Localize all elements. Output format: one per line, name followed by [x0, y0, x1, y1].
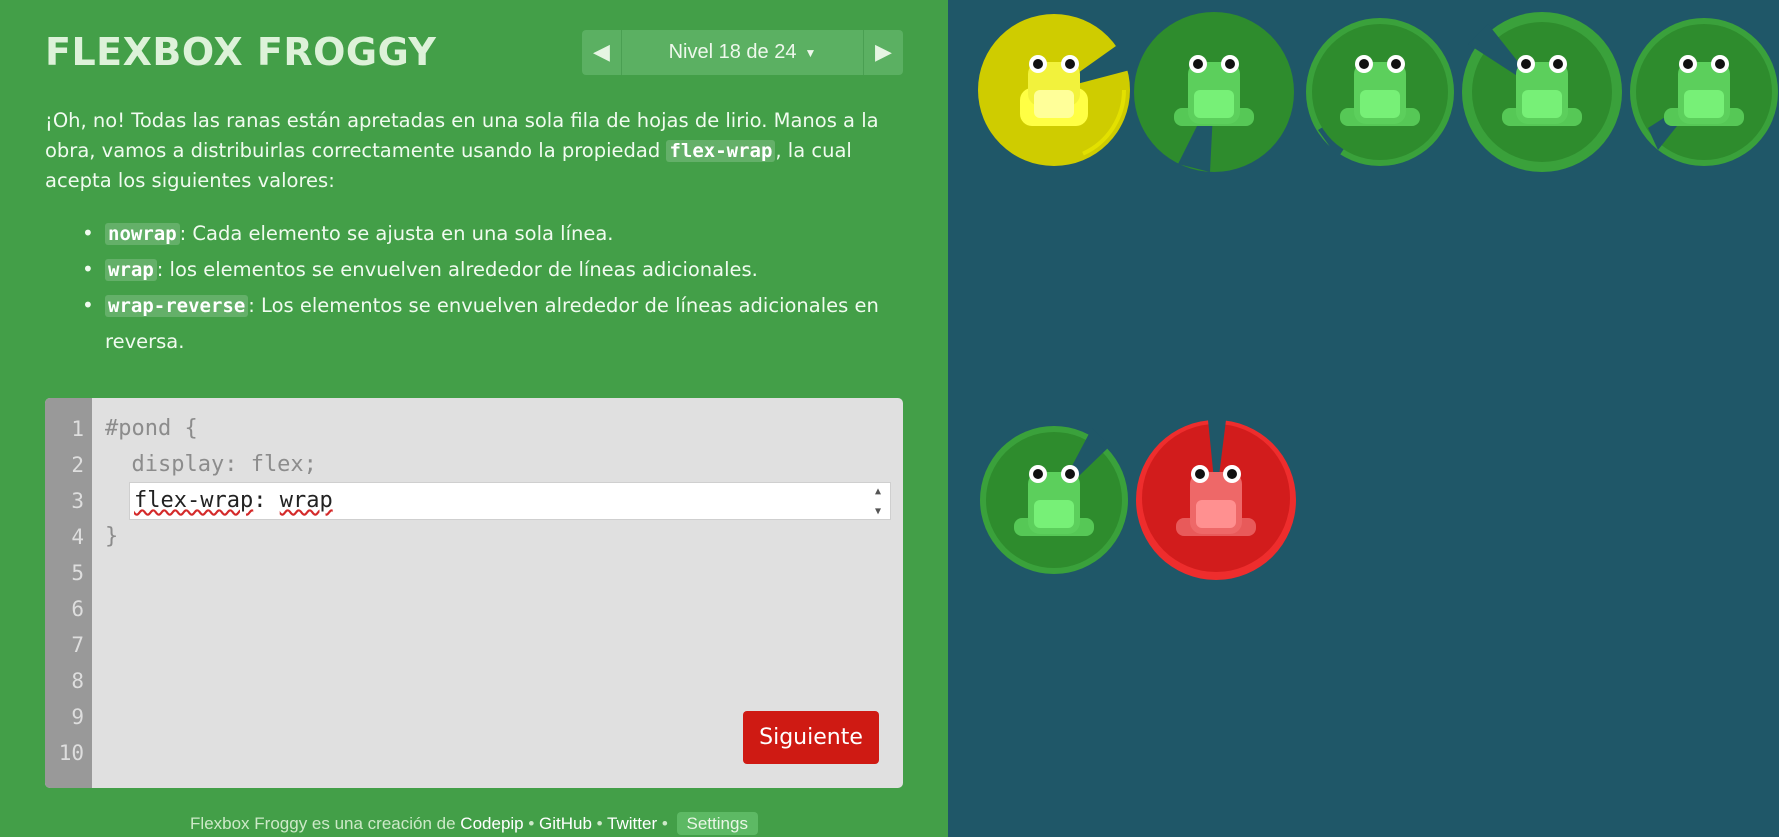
caret-down-icon: ▼ [804, 45, 817, 60]
settings-button[interactable]: Settings [676, 812, 758, 835]
arrow-left-icon: ◀ [593, 40, 610, 65]
footer: Flexbox Froggy es una creación de Codepi… [0, 812, 948, 835]
line-number: 4 [71, 525, 84, 549]
code-line: } [105, 524, 119, 549]
frog-yellow [1020, 55, 1088, 126]
line-number: 5 [71, 561, 84, 585]
line-number: 2 [71, 453, 84, 477]
line-number: 6 [71, 597, 84, 621]
line-number: 8 [71, 669, 84, 693]
option-code: wrap-reverse [105, 295, 249, 317]
sidebar: FLEXBOX FROGGY ◀ Nivel 18 de 24 ▼ ▶ ¡Oh, … [0, 0, 948, 837]
option-text: : Cada elemento se ajusta en una sola lí… [179, 222, 614, 245]
pond-canvas [978, 12, 1778, 580]
twitter-link[interactable]: Twitter [607, 814, 657, 833]
input-value: wrap [279, 488, 333, 513]
line-number: 3 [71, 489, 84, 513]
option-item: nowrap: Cada elemento se ajusta en una s… [82, 216, 902, 252]
option-code: nowrap [105, 223, 180, 245]
intro-code: flex-wrap [666, 139, 776, 162]
next-button[interactable]: Siguiente [743, 711, 879, 764]
code-editor: 1 2 3 4 5 6 7 8 9 10 #pond { display: fl… [45, 398, 903, 788]
footer-separator: • [591, 814, 608, 833]
codepip-link[interactable]: Codepip [460, 814, 523, 833]
footer-separator: • [657, 814, 673, 833]
option-item: wrap: los elementos se envuelven alreded… [82, 252, 902, 288]
line-number: 1 [71, 417, 84, 441]
level-label: Nivel 18 de 24 [668, 41, 797, 63]
option-text: : los elementos se envuelven alrededor d… [156, 258, 758, 281]
spinner-down-icon[interactable]: ▼ [875, 507, 881, 517]
footer-separator: • [523, 814, 540, 833]
css-code-input[interactable]: flex-wrap: wrap ▲ ▼ [129, 482, 891, 520]
line-number: 7 [71, 633, 84, 657]
footer-text: Flexbox Froggy es una creación de [190, 814, 461, 833]
spinner-up-icon[interactable]: ▲ [875, 487, 881, 497]
level-navigation: ◀ Nivel 18 de 24 ▼ ▶ [582, 30, 903, 75]
previous-level-button[interactable]: ◀ [582, 30, 622, 75]
line-number: 10 [58, 741, 84, 765]
app-title: FLEXBOX FROGGY [45, 30, 437, 74]
pond [948, 0, 1779, 837]
arrow-right-icon: ▶ [875, 40, 892, 65]
level-selector[interactable]: Nivel 18 de 24 ▼ [622, 41, 863, 64]
line-number: 9 [71, 705, 84, 729]
instructions-text: ¡Oh, no! Todas las ranas están apretadas… [45, 106, 905, 196]
line-number-gutter: 1 2 3 4 5 6 7 8 9 10 [45, 398, 92, 788]
github-link[interactable]: GitHub [539, 814, 592, 833]
input-separator: : [253, 488, 280, 513]
option-item: wrap-reverse: Los elementos se envuelven… [82, 288, 902, 359]
options-list: nowrap: Cada elemento se ajusta en una s… [82, 216, 902, 359]
next-level-button[interactable]: ▶ [863, 30, 903, 75]
code-line: #pond { [105, 416, 198, 441]
input-spinner[interactable]: ▲ ▼ [871, 487, 885, 517]
input-property: flex-wrap [134, 488, 254, 513]
option-code: wrap [105, 259, 157, 281]
